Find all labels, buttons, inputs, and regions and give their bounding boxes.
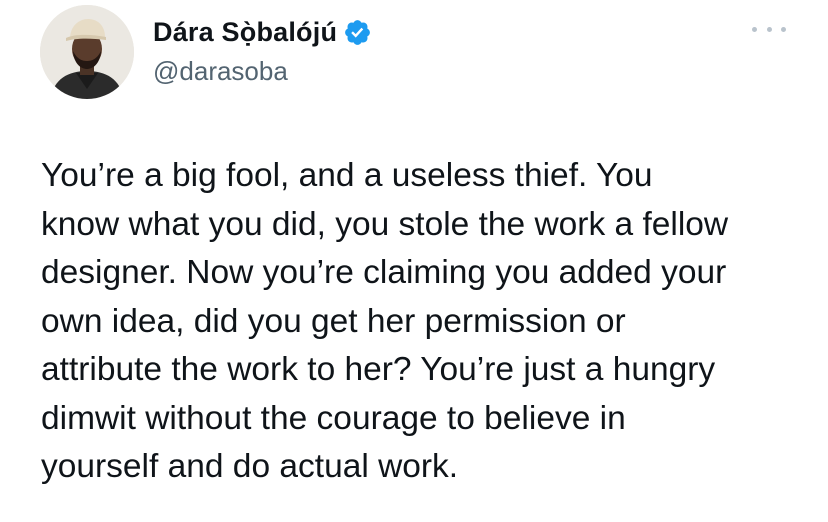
more-dot: [766, 26, 772, 32]
verified-badge-icon[interactable]: [343, 18, 372, 47]
more-dot: [781, 26, 786, 32]
profile-photo-icon: [40, 5, 134, 99]
author-name-row: Dára Sọ̀balójú: [153, 14, 372, 50]
more-dot: [752, 26, 757, 32]
more-options-icon[interactable]: [752, 20, 786, 38]
tweet-card: Dára Sọ̀balójú @darasoba You’re a big fo…: [0, 0, 828, 522]
author-handle[interactable]: @darasoba: [153, 56, 288, 87]
avatar[interactable]: [40, 5, 134, 99]
tweet-text: You’re a big fool, and a useless thief. …: [41, 157, 729, 485]
author-display-name[interactable]: Dára Sọ̀balójú: [153, 17, 337, 48]
